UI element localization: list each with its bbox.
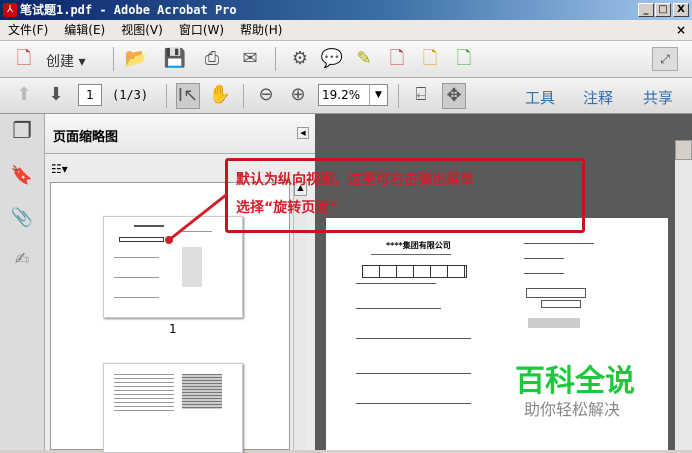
annotation-line-2: 选择“旋转页面” <box>236 200 339 216</box>
annotation-arrow <box>165 193 227 244</box>
comment-tab[interactable]: 注释 <box>583 87 613 108</box>
previous-page-icon[interactable]: ⬆ <box>12 83 36 107</box>
watermark-title: 百科全说 <box>515 364 635 399</box>
settings-icon[interactable]: ⚙ <box>288 47 312 71</box>
next-page-icon[interactable]: ⬇ <box>44 83 68 107</box>
create-pdf-icon[interactable]: 🗋 <box>12 47 36 71</box>
document-heading: ****集团有限公司 <box>386 241 451 250</box>
acrobat-icon: ⅄ <box>3 3 17 17</box>
main-toolbar: 🗋 创建 ▾ 📂 💾 ⎙ ✉ ⚙ 💬 ✎ 🗋 🗋 🗋 ⤢ <box>0 40 692 78</box>
email-icon[interactable]: ✉ <box>238 47 262 71</box>
attachment-icon[interactable]: 📎 <box>10 206 34 230</box>
panel-title: 页面缩略图 <box>53 130 119 145</box>
close-button[interactable]: X <box>673 3 689 17</box>
zoom-in-icon[interactable]: ⊕ <box>286 83 310 107</box>
menu-window[interactable]: 窗口(W) <box>179 23 224 37</box>
save-icon[interactable]: 💾 <box>163 47 187 71</box>
signature-icon[interactable]: ✍ <box>10 248 34 272</box>
document-scrollbar[interactable] <box>675 140 692 450</box>
text-edit-icon[interactable]: ✎ <box>352 47 376 71</box>
menu-view[interactable]: 视图(V) <box>121 23 163 37</box>
bookmark-icon[interactable]: 🔖 <box>10 164 34 188</box>
navigation-pane-strip: ❐ 🔖 📎 ✍ <box>0 114 45 450</box>
window-title: 笔试题1.pdf - Adobe Acrobat Pro <box>20 3 237 17</box>
page-thumbnail-2[interactable] <box>103 363 243 453</box>
open-icon[interactable]: 📂 <box>124 47 148 71</box>
panel-header: 页面缩略图 ◀ <box>45 114 315 154</box>
annotation-line-1: 默认为纵向视图，这里可右击弹出菜单 <box>236 172 474 188</box>
zoom-value: 19.2% <box>322 88 361 102</box>
collapse-panel-button[interactable]: ◀ <box>297 127 309 139</box>
print-icon[interactable]: ⎙ <box>200 47 224 71</box>
menu-bar: 文件(F) 编辑(E) 视图(V) 窗口(W) 帮助(H) × <box>0 20 692 40</box>
thumbnail-options-icon[interactable]: ☷▾ <box>51 162 68 176</box>
fit-page-icon[interactable]: ✥ <box>442 83 466 109</box>
replace-page-icon[interactable]: 🗋 <box>418 47 442 71</box>
create-button[interactable]: 创建 ▾ <box>46 51 85 71</box>
tools-tab[interactable]: 工具 <box>525 87 555 108</box>
title-bar: 笔试题1.pdf - Adobe Acrobat Pro <box>0 0 692 20</box>
expand-icon[interactable]: ⤢ <box>652 47 678 71</box>
fit-width-icon[interactable]: ⍇ <box>409 83 433 107</box>
watermark-subtitle: 助你轻松解决 <box>524 400 621 419</box>
export-page-icon[interactable]: 🗋 <box>452 47 476 71</box>
page-count: (1/3) <box>112 88 149 102</box>
menu-edit[interactable]: 编辑(E) <box>64 23 105 37</box>
page-number-input[interactable]: 1 <box>78 84 102 106</box>
maximize-button[interactable]: □ <box>655 3 671 17</box>
comment-icon[interactable]: 💬 <box>320 47 344 71</box>
zoom-out-icon[interactable]: ⊖ <box>254 83 278 107</box>
select-tool-icon[interactable]: I↖ <box>176 83 200 109</box>
share-tab[interactable]: 共享 <box>643 87 673 108</box>
delete-page-icon[interactable]: 🗋 <box>385 47 409 71</box>
hand-tool-icon[interactable]: ✋ <box>208 83 232 107</box>
menu-help[interactable]: 帮助(H) <box>240 23 282 37</box>
thumbnail-page-label: 1 <box>169 322 177 336</box>
zoom-select[interactable]: 19.2% ▼ <box>318 84 388 106</box>
menu-file[interactable]: 文件(F) <box>8 23 48 37</box>
page-thumbnails-icon[interactable]: ❐ <box>10 120 34 144</box>
annotation-box: 默认为纵向视图，这里可右击弹出菜单 选择“旋转页面” <box>225 158 585 233</box>
navigation-toolbar: ⬆ ⬇ 1 (1/3) I↖ ✋ ⊖ ⊕ 19.2% ▼ ⍇ ✥ 工具 注释 共享 <box>0 78 692 114</box>
chevron-down-icon[interactable]: ▼ <box>369 85 387 105</box>
close-document-icon[interactable]: × <box>676 20 686 40</box>
minimize-button[interactable]: _ <box>638 3 654 17</box>
